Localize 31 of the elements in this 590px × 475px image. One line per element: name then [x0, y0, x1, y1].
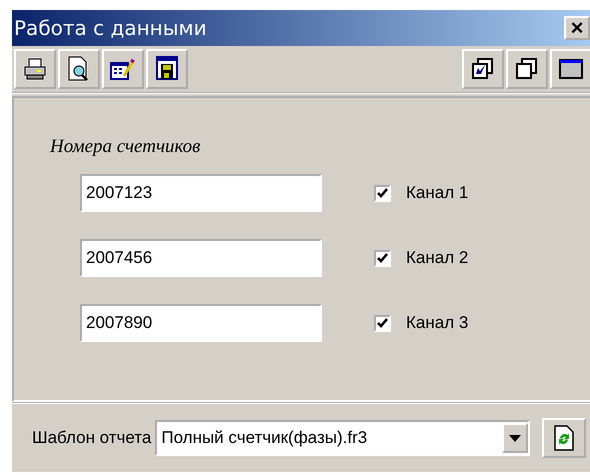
template-dropdown[interactable]: Полный счетчик(фазы).fr3: [155, 420, 530, 456]
cascade-button[interactable]: [506, 49, 548, 89]
dropdown-arrow-icon: [509, 434, 521, 442]
meter-number-field[interactable]: 2007456: [80, 239, 322, 277]
print-button[interactable]: [14, 49, 56, 89]
meter-number-field[interactable]: 2007890: [80, 304, 322, 342]
maximize-button[interactable]: [550, 49, 590, 89]
channel-checkbox[interactable]: [374, 184, 391, 202]
refresh-page-icon: [554, 425, 574, 451]
dropdown-button[interactable]: [502, 423, 528, 453]
edit-button[interactable]: [102, 49, 144, 89]
cascade-checked-button[interactable]: [462, 49, 504, 89]
printer-icon: [23, 58, 47, 80]
checked-windows-icon: [472, 58, 494, 80]
grid-pencil-icon: [110, 57, 136, 81]
template-label: Шаблон отчета: [32, 428, 152, 448]
refresh-button[interactable]: [542, 418, 586, 458]
section-label: Номера счетчиков: [50, 136, 202, 158]
channel-checkbox[interactable]: [374, 250, 391, 266]
window-title: Работа с данными: [14, 16, 207, 40]
channel-label: Канал 2: [406, 248, 468, 268]
meter-number-field[interactable]: 2007123: [80, 174, 322, 212]
dropdown-value: Полный счетчик(фазы).fr3: [161, 428, 368, 448]
channel-label: Канал 1: [406, 183, 468, 203]
channel-checkbox[interactable]: [374, 314, 391, 332]
cascade-windows-icon: [516, 58, 538, 80]
preview-button[interactable]: [58, 49, 100, 89]
close-button[interactable]: ×: [564, 16, 590, 40]
save-button[interactable]: [146, 49, 188, 89]
window-icon: [559, 59, 583, 79]
channel-label: Канал 3: [406, 313, 468, 333]
